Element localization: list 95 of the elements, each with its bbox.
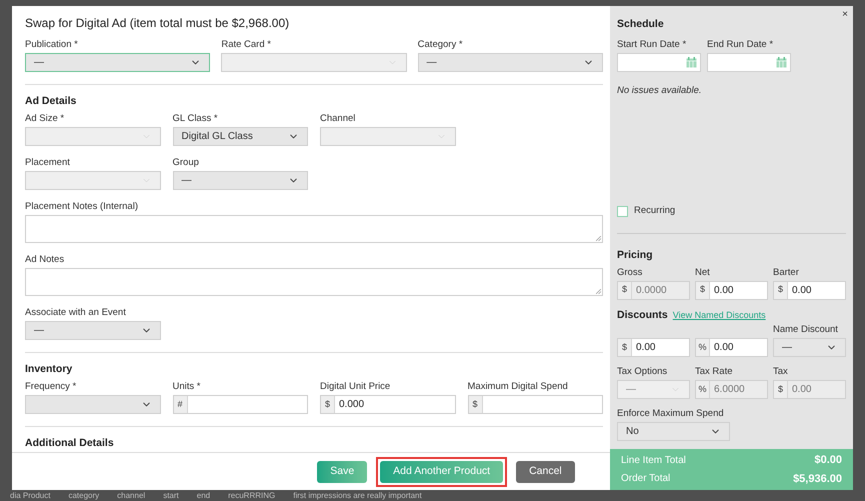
text-area[interactable]: [25, 215, 603, 243]
field-label: Digital Unit Price: [320, 381, 392, 392]
recurring-checkbox[interactable]: [617, 206, 628, 217]
total-value: $5,936.00: [793, 472, 842, 486]
total-value: $0.00: [814, 453, 842, 468]
select-value: —: [182, 174, 192, 188]
input-value: 0.00: [635, 341, 656, 355]
select-field[interactable]: Digital GL Class: [172, 127, 308, 146]
field-label: End Run Date *: [707, 39, 774, 50]
input-field[interactable]: % 0.00: [695, 338, 768, 357]
resize-handle-icon: [596, 289, 601, 294]
input-prefix: $: [468, 396, 482, 413]
checkbox-label: Recurring: [634, 204, 676, 218]
select-value: —: [626, 383, 636, 397]
cancel-button[interactable]: Cancel: [516, 460, 575, 482]
field-label: Gross: [617, 266, 644, 278]
text-area[interactable]: [25, 268, 603, 296]
input-prefix: #: [174, 396, 188, 413]
field-label: Channel: [320, 113, 356, 124]
select-value: —: [782, 341, 792, 355]
input-prefix: $: [774, 282, 788, 298]
no-issues-message: No issues available.: [617, 84, 702, 98]
date-field[interactable]: [707, 53, 791, 72]
select-field[interactable]: —: [418, 53, 603, 72]
background-table-text: first impressions are really important: [293, 491, 422, 500]
resize-handle-icon: [596, 236, 601, 241]
input-value: 0.00: [713, 284, 734, 298]
section-heading: Discounts: [617, 309, 668, 322]
input-value: 6.0000: [713, 383, 746, 397]
field-label: Placement Notes (Internal): [25, 201, 139, 212]
section-heading: Pricing: [617, 248, 654, 260]
field-label: Maximum Digital Spend: [468, 381, 569, 392]
calendar-icon: [776, 57, 787, 68]
input-prefix: $: [618, 339, 632, 356]
select-field[interactable]: —: [25, 53, 210, 72]
input-field[interactable]: $ 0.00: [695, 280, 768, 300]
select-field[interactable]: [25, 395, 160, 414]
select-value: No: [626, 425, 639, 439]
background-table-text: recuRRRING: [228, 491, 276, 500]
select-field[interactable]: —: [172, 171, 308, 190]
field-label: Placement: [25, 157, 71, 168]
input-value: 0.00: [713, 341, 734, 355]
field-label: Category *: [418, 39, 464, 50]
select-value: Digital GL Class: [182, 130, 253, 144]
input-value: 0.000: [338, 398, 366, 412]
section-heading: Schedule: [617, 18, 665, 30]
input-prefix: $: [696, 282, 710, 298]
date-field[interactable]: [617, 53, 701, 72]
field-label: Start Run Date *: [617, 39, 688, 50]
background-table-text: channel: [117, 491, 146, 500]
field-label: Associate with an Event: [25, 307, 127, 318]
field-label: Ad Size *: [25, 113, 66, 124]
field-label: Group: [172, 157, 200, 168]
select-value: —: [34, 324, 44, 338]
select-field[interactable]: No: [617, 422, 730, 441]
section-heading: Inventory: [25, 363, 74, 375]
select-field[interactable]: —: [773, 338, 846, 357]
select-value: —: [426, 56, 437, 70]
field-label: Ad Notes: [25, 254, 66, 265]
field-label: Tax Rate: [695, 366, 734, 377]
field-label: Barter: [773, 266, 800, 278]
input-field[interactable]: $ 0.000: [320, 395, 456, 414]
close-button[interactable]: ×: [842, 9, 848, 21]
input-prefix: $: [321, 396, 335, 413]
field-label: GL Class *: [172, 113, 219, 124]
select-field[interactable]: —: [25, 321, 160, 340]
input-prefix: %: [696, 339, 710, 356]
input-field[interactable]: $ 0.00: [617, 338, 690, 357]
field-label: Tax Options: [617, 366, 668, 377]
section-heading: Additional Details: [25, 437, 115, 449]
background-table-text: category: [68, 491, 100, 500]
calendar-icon: [686, 57, 697, 68]
background-table-text: start: [163, 491, 179, 500]
field-label: Rate Card *: [221, 39, 272, 50]
select-value: —: [34, 56, 44, 70]
input-value: 0.00: [791, 383, 812, 397]
field-label: Net: [695, 266, 711, 278]
input-field[interactable]: #: [172, 395, 308, 414]
field-label: Enforce Maximum Spend: [617, 408, 725, 419]
input-field[interactable]: $ 0.00: [773, 280, 846, 300]
field-label: Name Discount: [773, 324, 839, 335]
field-label: Publication *: [25, 39, 79, 50]
field-label: Units *: [172, 381, 202, 392]
input-value: 0.0000: [635, 284, 668, 298]
dialog-title: Swap for Digital Ad (item total must be $2,968.00): [25, 16, 290, 30]
background-table-text: dia Product: [10, 491, 50, 500]
total-label: Order Total: [621, 472, 670, 486]
input-prefix: %: [696, 381, 710, 398]
field-label: Frequency *: [25, 381, 78, 392]
input-value: 0.00: [791, 284, 812, 298]
field-label: Tax: [773, 366, 789, 377]
background-table-text: end: [196, 491, 210, 500]
total-label: Line Item Total: [621, 454, 686, 468]
input-field[interactable]: $: [468, 395, 603, 414]
section-heading: Ad Details: [25, 95, 78, 107]
